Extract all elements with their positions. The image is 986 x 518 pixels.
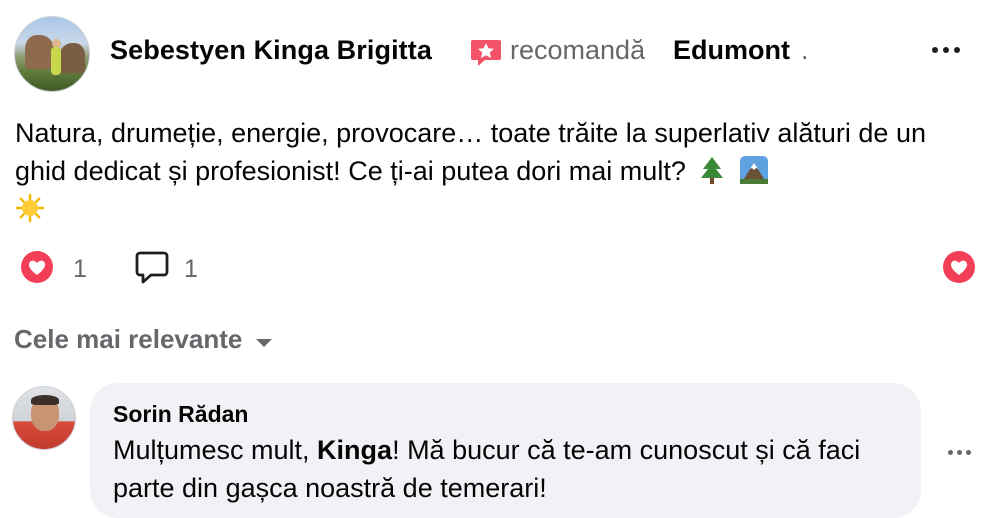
post-author-name[interactable]: Sebestyen Kinga Brigitta xyxy=(110,35,432,66)
comments-sort-label: Cele mai relevante xyxy=(14,324,243,354)
reaction-count[interactable]: 1 xyxy=(73,255,87,284)
comment-text: Mulțumesc mult, Kinga! Mă bucur că te-am… xyxy=(113,431,903,507)
post-text-content: Natura, drumeție, energie, provocare… to… xyxy=(15,118,926,186)
evergreen-tree-emoji xyxy=(701,157,724,184)
love-reaction-icon[interactable] xyxy=(20,250,54,284)
commenter-avatar[interactable] xyxy=(12,386,76,450)
post-text: Natura, drumeție, energie, provocare… to… xyxy=(15,114,955,228)
chevron-down-icon xyxy=(256,338,273,347)
love-react-button-icon[interactable] xyxy=(942,250,976,284)
comments-sort-dropdown[interactable]: Cele mai relevante xyxy=(14,324,273,355)
post-more-options-button[interactable] xyxy=(926,36,966,64)
mountain-emoji xyxy=(739,156,768,184)
comment-more-options-button[interactable] xyxy=(943,440,975,464)
page-name-link[interactable]: Edumont xyxy=(673,35,790,66)
recommend-icon xyxy=(471,40,501,66)
sun-emoji xyxy=(15,193,45,223)
author-avatar[interactable] xyxy=(14,16,90,92)
comment-mention-link[interactable]: Kinga xyxy=(317,435,392,465)
comment-count[interactable]: 1 xyxy=(184,255,198,284)
comment-text-before: Mulțumesc mult, xyxy=(113,435,318,465)
recommend-text: recomandă xyxy=(510,35,646,65)
comment-icon[interactable] xyxy=(134,249,170,285)
comment-author-name[interactable]: Sorin Rădan xyxy=(113,401,248,428)
page-name-suffix: . xyxy=(801,35,809,65)
